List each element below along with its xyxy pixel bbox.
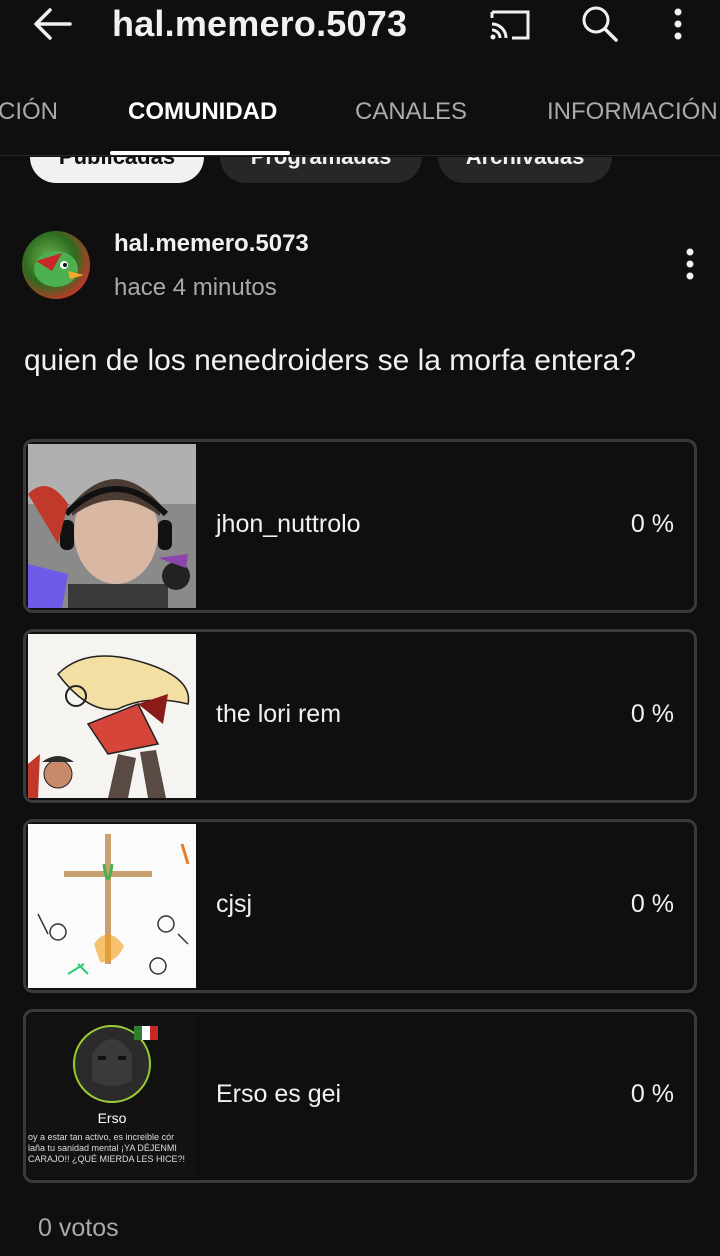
poll-option[interactable]: Erso oy a estar tan activo, es increible… (23, 1009, 697, 1183)
erso-image-text: oy a estar tan activo, es increible cór … (28, 1132, 196, 1165)
tab-informacion[interactable]: INFORMACIÓN (547, 98, 718, 126)
poll-option-image (28, 444, 196, 608)
active-tab-indicator (110, 151, 290, 155)
search-icon[interactable] (578, 2, 622, 46)
poll-option[interactable]: the lori rem 0 % (23, 629, 697, 803)
filter-chips: Publicadas Programadas Archivadas (0, 157, 720, 185)
poll-option-label: Erso es gei (216, 1080, 342, 1108)
author-avatar[interactable] (22, 231, 90, 299)
erso-image-line: CARAJO!! ¿QUÉ MIERDA LES HICE?! (28, 1154, 186, 1164)
poll-option-label: jhon_nuttrolo (216, 510, 361, 538)
post-author-name[interactable]: hal.memero.5073 (114, 230, 309, 258)
poll-option[interactable]: cjsj 0 % (23, 819, 697, 993)
post-more-icon[interactable] (676, 246, 704, 286)
poll-option-label: the lori rem (216, 700, 342, 728)
erso-image-name: Erso (97, 1110, 127, 1126)
channel-title: hal.memero.5073 (112, 3, 408, 44)
chip-archivadas[interactable]: Archivadas (438, 157, 612, 183)
poll-option[interactable]: jhon_nuttrolo 0 % (23, 439, 697, 613)
chip-publicadas[interactable]: Publicadas (30, 157, 204, 183)
erso-image-line: laña tu sanidad mental ¡YA DÉJENMI (28, 1143, 177, 1153)
post-text: quien de los nenedroiders se la morfa en… (24, 344, 637, 377)
poll-option-label: cjsj (216, 890, 253, 918)
post-timestamp: hace 4 minutos (114, 274, 277, 301)
tab-canales[interactable]: CANALES (355, 98, 467, 126)
poll-option-percent: 0 % (630, 1080, 674, 1108)
back-arrow-icon[interactable] (30, 4, 74, 44)
cast-icon[interactable] (488, 4, 532, 44)
poll-option-image (28, 634, 196, 798)
poll-option-percent: 0 % (630, 890, 674, 918)
channel-tabs: CIÓN COMUNIDAD CANALES INFORMACIÓN (0, 80, 720, 156)
top-app-bar: hal.memero.5073 (0, 0, 720, 50)
poll-vote-count: 0 votos (38, 1214, 119, 1242)
poll-option-percent: 0 % (630, 510, 674, 538)
tab-comunidad[interactable]: COMUNIDAD (128, 98, 277, 126)
erso-image-line: oy a estar tan activo, es increible cór (28, 1132, 175, 1142)
poll-option-percent: 0 % (630, 700, 674, 728)
poll-option-image (28, 824, 196, 988)
poll-option-image: Erso oy a estar tan activo, es increible… (28, 1014, 196, 1178)
more-vert-icon[interactable] (662, 4, 694, 44)
tab-videos-partial[interactable]: CIÓN (0, 98, 58, 126)
chip-programadas[interactable]: Programadas (220, 157, 422, 183)
